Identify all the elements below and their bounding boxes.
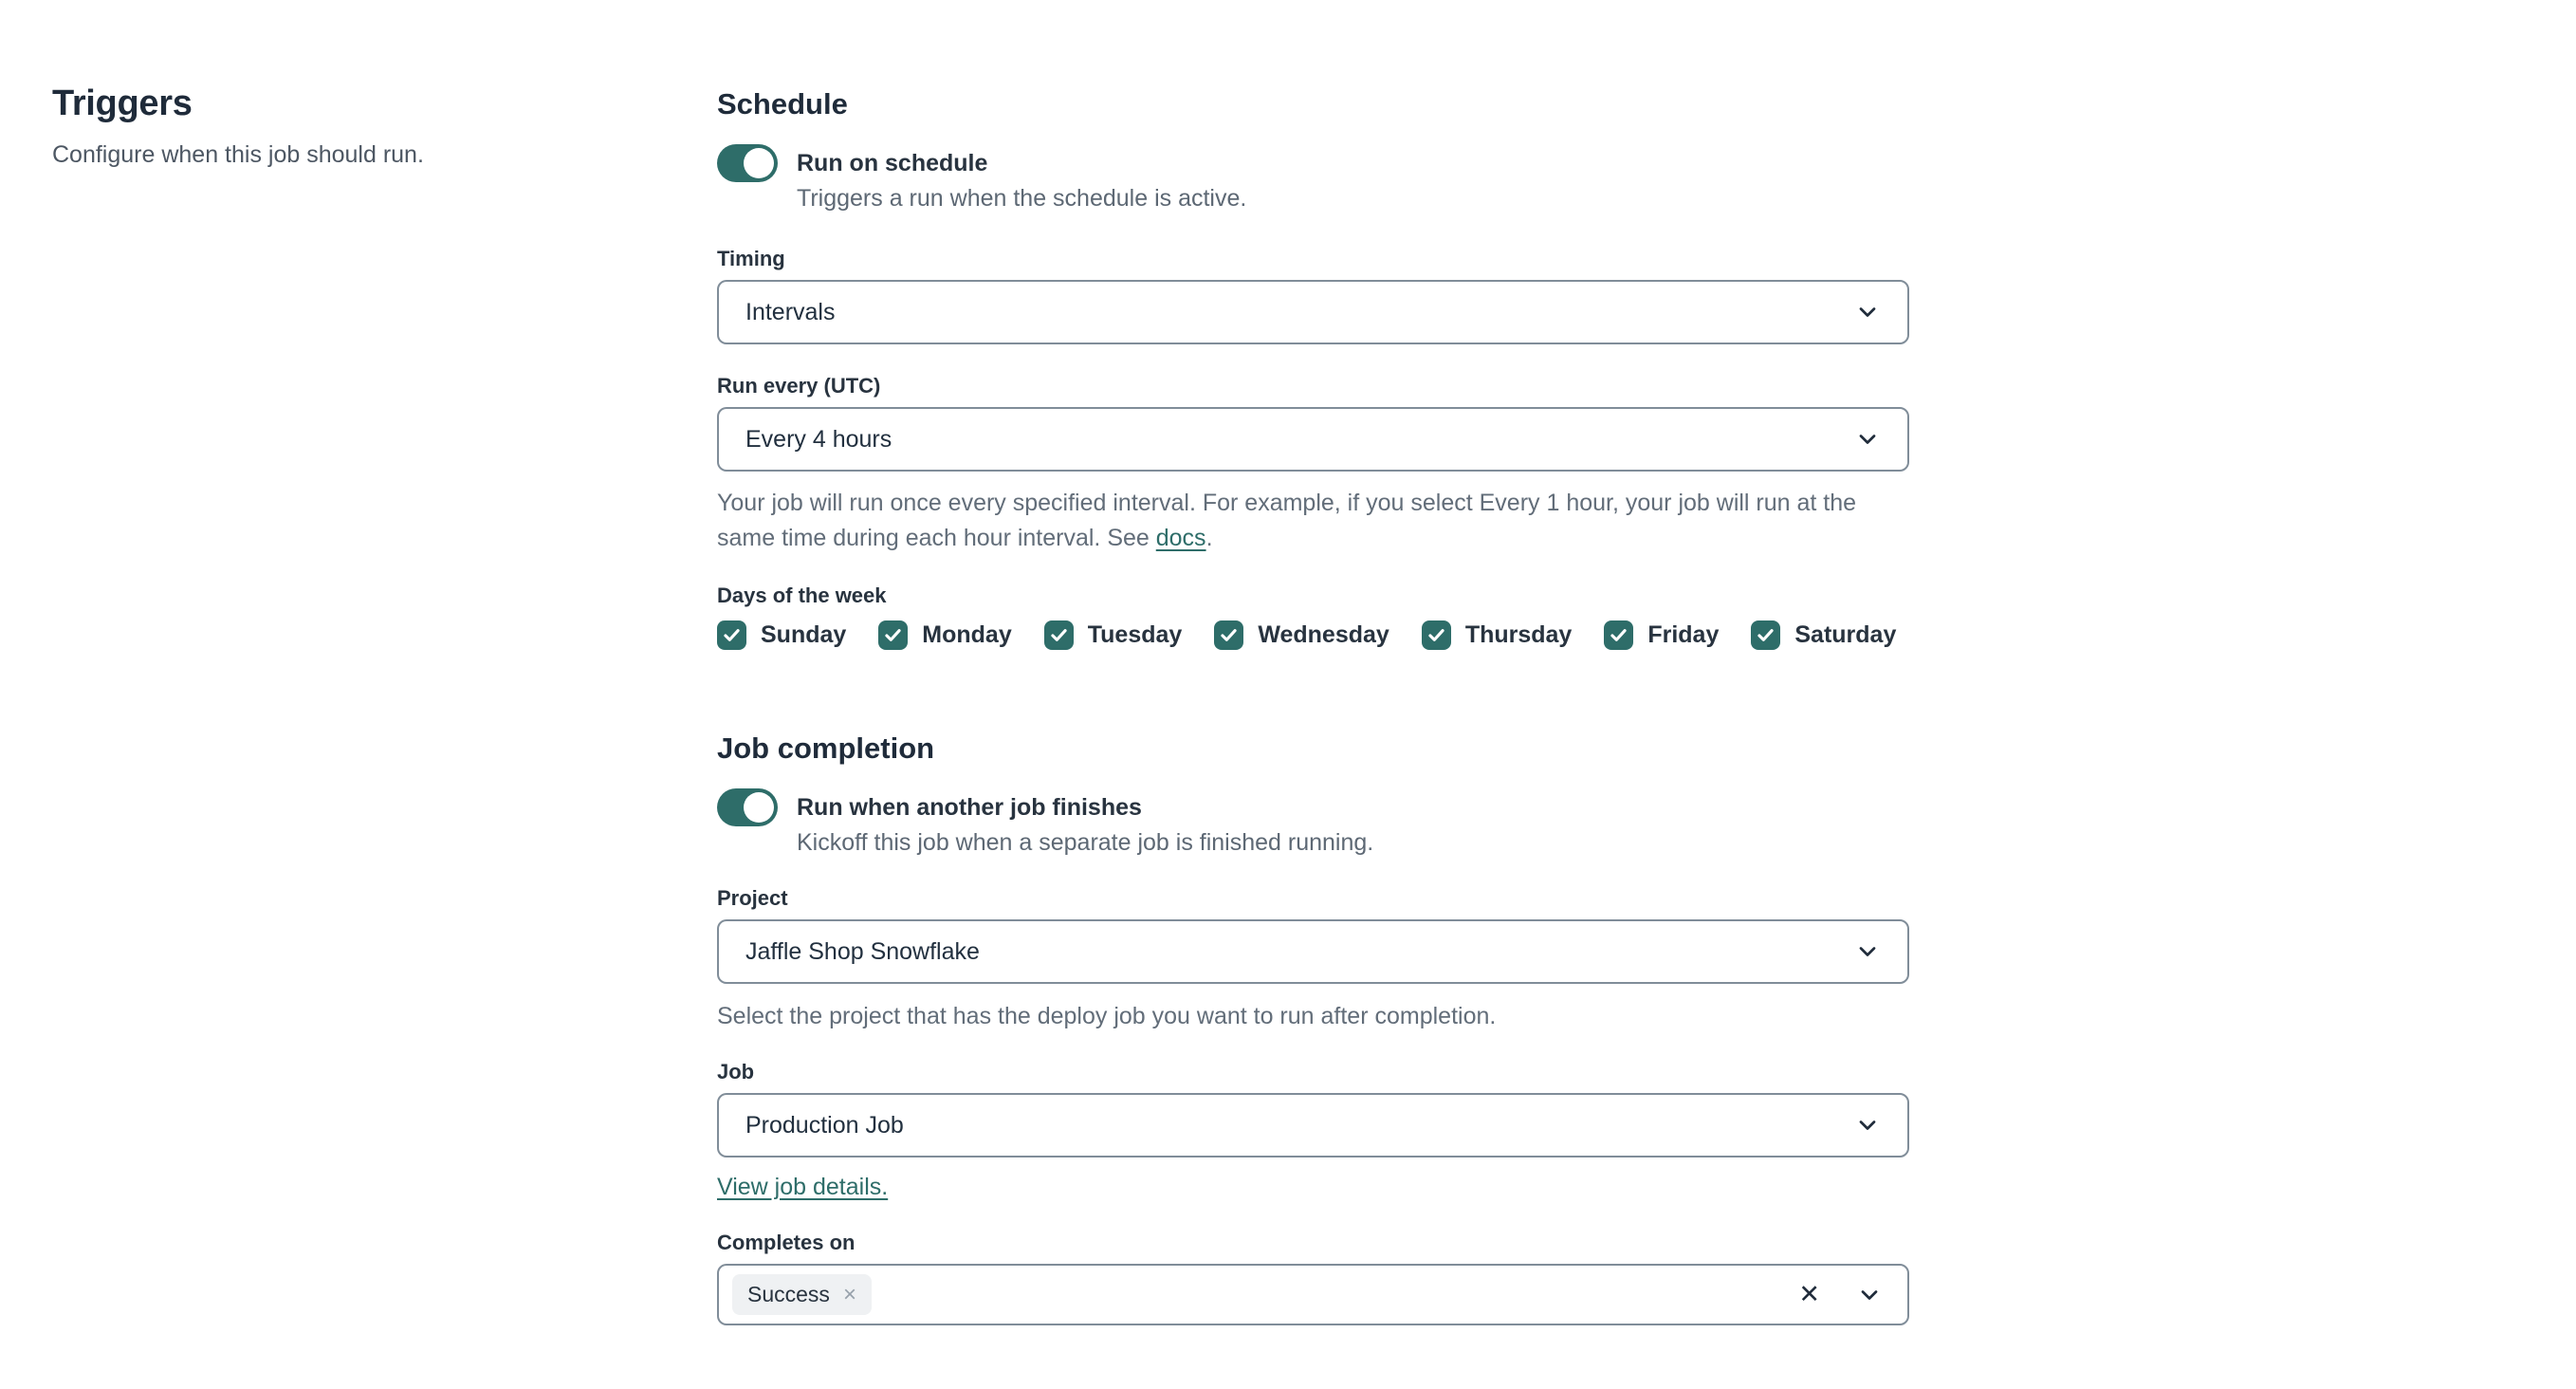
- page-title: Triggers: [52, 83, 193, 123]
- day-item-tuesday[interactable]: Tuesday: [1043, 620, 1183, 650]
- chevron-down-icon: [1859, 947, 1876, 956]
- chevron-down-icon: [1859, 435, 1876, 444]
- day-item-friday[interactable]: Friday: [1604, 620, 1719, 650]
- day-item-monday[interactable]: Monday: [878, 620, 1012, 650]
- day-item-wednesday[interactable]: Wednesday: [1214, 620, 1389, 650]
- checkbox-checked-icon[interactable]: [1421, 620, 1451, 650]
- run-every-label: Run every (UTC): [717, 374, 881, 398]
- run-when-job-finishes-label: Run when another job finishes: [797, 794, 1142, 821]
- project-select-value: Jaffle Shop Snowflake: [745, 937, 980, 965]
- days-of-week-label: Days of the week: [717, 583, 887, 607]
- checkbox-checked-icon[interactable]: [1604, 620, 1634, 650]
- docs-link[interactable]: docs: [1156, 525, 1206, 551]
- help-text-before: Your job will run once every specified i…: [717, 490, 1857, 551]
- chip-remove-icon[interactable]: ×: [843, 1283, 856, 1306]
- settings-form: Schedule Run on schedule Triggers a run …: [717, 0, 1909, 1325]
- chevron-down-icon: [1859, 307, 1876, 317]
- job-label: Job: [717, 1060, 755, 1083]
- day-label: Saturday: [1794, 621, 1897, 648]
- day-item-thursday[interactable]: Thursday: [1421, 620, 1573, 650]
- job-select-value: Production Job: [745, 1111, 904, 1139]
- day-label: Friday: [1647, 621, 1720, 648]
- run-on-schedule-toggle[interactable]: [717, 144, 778, 182]
- checkbox-checked-icon[interactable]: [1751, 620, 1781, 650]
- clear-all-icon[interactable]: ✕: [1798, 1282, 1820, 1307]
- run-on-schedule-description: Triggers a run when the schedule is acti…: [797, 185, 1247, 212]
- day-label: Sunday: [761, 621, 847, 648]
- chevron-down-icon: [1859, 1120, 1876, 1130]
- triggers-settings-page: Triggers Configure when this job should …: [0, 0, 2576, 1389]
- day-item-saturday[interactable]: Saturday: [1751, 620, 1896, 650]
- completes-on-multiselect[interactable]: Success × ✕: [717, 1264, 1909, 1325]
- run-every-help: Your job will run once every specified i…: [717, 486, 1912, 556]
- day-label: Tuesday: [1087, 621, 1183, 648]
- toggle-knob: [744, 792, 774, 823]
- day-label: Thursday: [1464, 621, 1573, 648]
- multiselect-controls: ✕: [1798, 1282, 1883, 1308]
- day-item-sunday[interactable]: Sunday: [717, 620, 846, 650]
- run-on-schedule-label: Run on schedule: [797, 150, 988, 176]
- toggle-texts: Run on schedule Triggers a run when the …: [797, 144, 1246, 215]
- timing-select-value: Intervals: [745, 298, 836, 325]
- page-subtitle: Configure when this job should run.: [52, 141, 424, 168]
- project-select[interactable]: Jaffle Shop Snowflake: [717, 919, 1909, 984]
- run-every-select[interactable]: Every 4 hours: [717, 407, 1909, 472]
- toggle-knob: [744, 148, 774, 178]
- days-of-week-row: Sunday Monday Tuesday Wednesday Thursday…: [717, 620, 1909, 650]
- checkbox-checked-icon[interactable]: [717, 620, 746, 650]
- section-intro: Triggers Configure when this job should …: [52, 83, 640, 169]
- success-chip: Success ×: [732, 1274, 872, 1315]
- job-completion-heading: Job completion: [717, 732, 935, 765]
- checkbox-checked-icon[interactable]: [878, 620, 909, 650]
- view-job-details-row: View job details.: [717, 1173, 1909, 1201]
- job-select[interactable]: Production Job: [717, 1093, 1909, 1158]
- run-when-job-finishes-row: Run when another job finishes Kickoff th…: [717, 788, 1909, 860]
- checkbox-checked-icon[interactable]: [1214, 620, 1244, 650]
- timing-select[interactable]: Intervals: [717, 280, 1909, 344]
- view-job-details-link[interactable]: View job details.: [717, 1174, 888, 1200]
- checkbox-checked-icon[interactable]: [1043, 620, 1074, 650]
- day-label: Wednesday: [1258, 621, 1389, 648]
- success-chip-label: Success: [747, 1282, 830, 1306]
- chevron-down-icon[interactable]: [1856, 1282, 1883, 1308]
- help-text-after: .: [1205, 525, 1213, 551]
- completes-on-label: Completes on: [717, 1231, 856, 1254]
- run-on-schedule-row: Run on schedule Triggers a run when the …: [717, 144, 1909, 215]
- project-help: Select the project that has the deploy j…: [717, 1003, 1497, 1029]
- run-when-job-finishes-toggle[interactable]: [717, 788, 778, 826]
- day-label: Monday: [922, 621, 1012, 648]
- timing-label: Timing: [717, 247, 785, 270]
- schedule-heading: Schedule: [717, 87, 848, 120]
- run-every-select-value: Every 4 hours: [745, 425, 892, 453]
- toggle-texts: Run when another job finishes Kickoff th…: [797, 788, 1373, 860]
- project-label: Project: [717, 886, 788, 910]
- run-when-job-finishes-description: Kickoff this job when a separate job is …: [797, 829, 1374, 856]
